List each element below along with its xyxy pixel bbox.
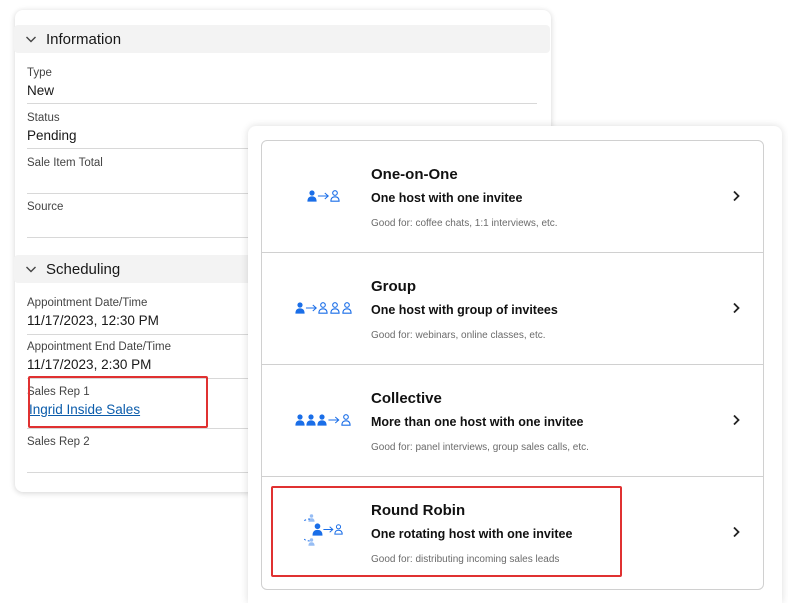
round-robin-highlight-box [271, 486, 622, 577]
chevron-right-icon [729, 301, 743, 315]
collective-icon [284, 410, 364, 430]
information-section-header[interactable]: Information [14, 25, 550, 53]
sales-rep-highlight-box [28, 376, 208, 428]
chevron-right-icon [729, 525, 743, 539]
event-type-title: Collective [371, 390, 442, 407]
event-type-title: One-on-One [371, 166, 458, 183]
information-section-title: Information [46, 30, 122, 48]
chevron-down-icon [20, 32, 42, 46]
field-label: Type [27, 67, 52, 79]
chevron-right-icon [729, 413, 743, 427]
chevron-down-icon [20, 262, 42, 276]
chevron-right-icon [729, 189, 743, 203]
event-type-group[interactable]: Group One host with group of invitees Go… [262, 253, 763, 365]
event-type-subtitle: One host with group of invitees [371, 303, 558, 317]
event-type-one-on-one[interactable]: One-on-One One host with one invitee Goo… [262, 141, 763, 253]
event-type-good-for: Good for: coffee chats, 1:1 interviews, … [371, 218, 558, 229]
event-type-good-for: Good for: panel interviews, group sales … [371, 442, 589, 453]
one-on-one-icon [284, 186, 364, 206]
event-type-subtitle: One host with one invitee [371, 191, 523, 205]
event-type-title: Group [371, 278, 416, 295]
type-field: Type New [27, 67, 537, 104]
event-type-collective[interactable]: Collective More than one host with one i… [262, 365, 763, 477]
field-value: New [27, 83, 55, 98]
group-icon [284, 298, 364, 318]
event-type-good-for: Good for: webinars, online classes, etc. [371, 330, 546, 341]
field-label: Status [27, 112, 60, 124]
scheduling-section-title: Scheduling [46, 260, 121, 278]
event-type-subtitle: More than one host with one invitee [371, 415, 584, 429]
